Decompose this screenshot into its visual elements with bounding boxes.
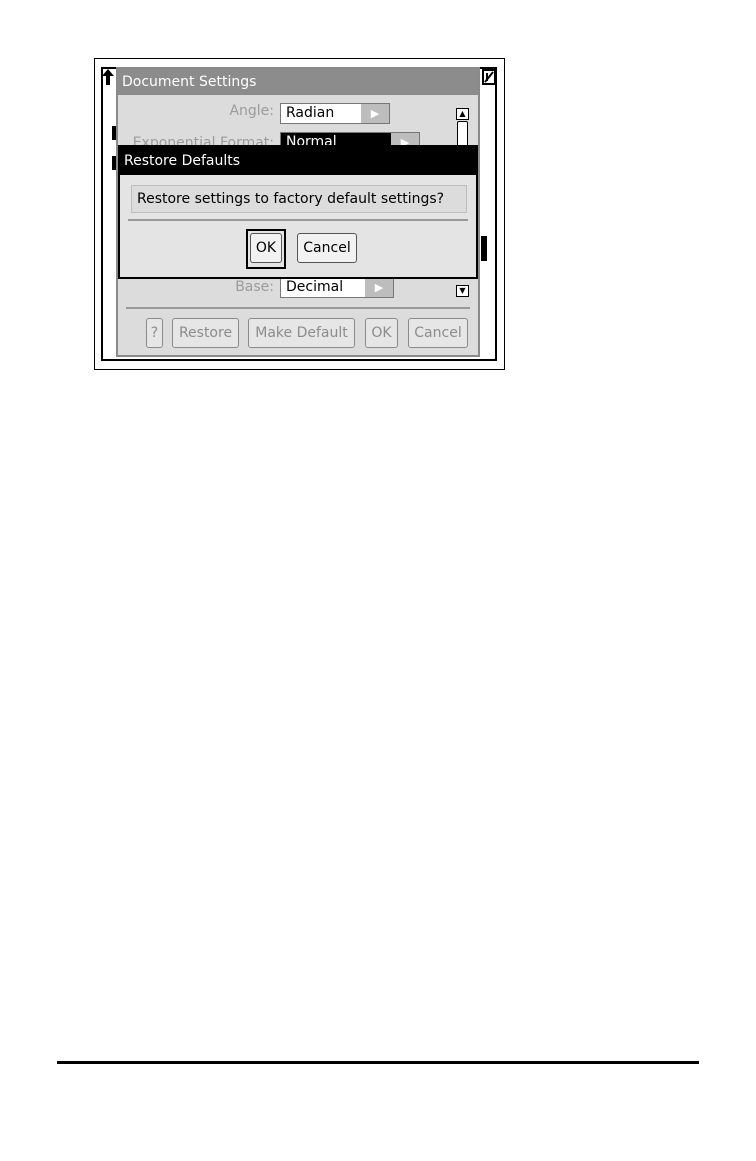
document-settings-title: Document Settings xyxy=(118,69,478,95)
dialog-cancel-button[interactable]: Cancel xyxy=(297,233,357,263)
base-value: Decimal xyxy=(286,279,344,295)
divider xyxy=(126,307,470,309)
cancel-button[interactable]: Cancel xyxy=(408,318,468,348)
scroll-down-icon[interactable]: ▼ xyxy=(456,285,469,297)
background-cursor xyxy=(481,236,487,261)
ok-button[interactable]: OK xyxy=(365,318,398,348)
angle-value: Radian xyxy=(286,105,335,121)
scroll-up-icon[interactable]: ▲ xyxy=(456,108,469,120)
restore-defaults-dialog: Restore Defaults Restore settings to fac… xyxy=(118,145,478,279)
battery-icon xyxy=(482,69,496,85)
restore-button[interactable]: Restore xyxy=(172,318,239,348)
home-icon xyxy=(102,69,114,85)
restore-defaults-title: Restore Defaults xyxy=(120,147,476,175)
angle-select[interactable]: Radian ▶ xyxy=(280,103,390,124)
triangle-right-icon: ▶ xyxy=(361,104,389,123)
make-default-button[interactable]: Make Default xyxy=(248,318,355,348)
base-label: Base: xyxy=(235,279,274,295)
dialog-ok-button[interactable]: OK xyxy=(250,233,282,263)
angle-label: Angle: xyxy=(229,103,274,119)
footer-rule xyxy=(57,1061,699,1064)
triangle-right-icon: ▶ xyxy=(365,278,393,297)
divider xyxy=(128,219,468,221)
help-button[interactable]: ? xyxy=(146,318,163,348)
base-select[interactable]: Decimal ▶ xyxy=(280,277,394,298)
restore-defaults-message: Restore settings to factory default sett… xyxy=(131,185,467,213)
